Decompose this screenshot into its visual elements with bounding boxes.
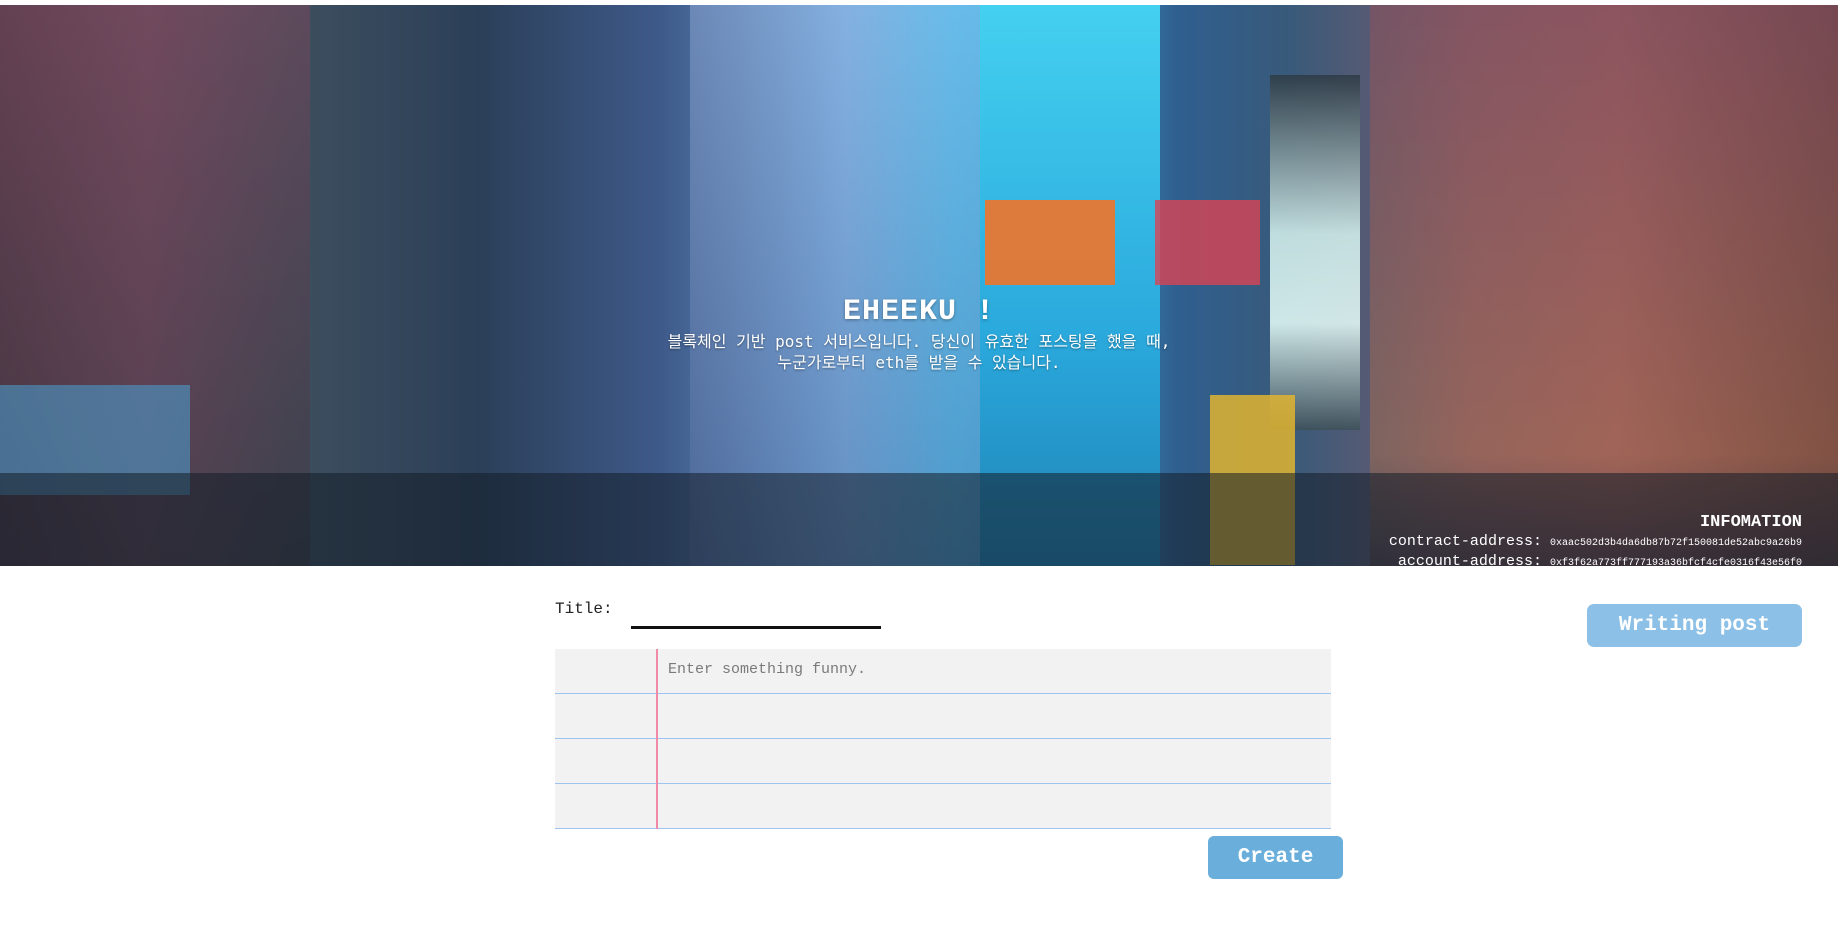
post-body-paper bbox=[555, 649, 1331, 829]
writing-post-button[interactable]: Writing post bbox=[1587, 604, 1802, 647]
account-address-row: account-address: 0xf3f62a773ff777193a36bf… bbox=[1389, 553, 1802, 566]
site-subtitle-line: 블록체인 기반 post 서비스입니다. 당신이 유효한 포스팅을 했을 때, bbox=[667, 332, 1171, 351]
site-title: EHEEKU ! bbox=[842, 295, 996, 329]
account-address-value: 0xf3f62a773ff777193a36bfcf4cfe0316f43e56… bbox=[1549, 558, 1802, 566]
title-input[interactable] bbox=[631, 600, 881, 629]
contract-address-row: contract-address: 0xaac502d3b4da6db87b72f… bbox=[1389, 533, 1802, 553]
account-address-label: account-address: bbox=[1397, 553, 1542, 566]
site-subtitle: 블록체인 기반 post 서비스입니다. 당신이 유효한 포스팅을 했을 때, … bbox=[609, 331, 1229, 373]
post-body-textarea[interactable] bbox=[666, 657, 1320, 826]
info-panel: INFOMATION contract-address: 0xaac502d3b4… bbox=[1389, 513, 1802, 566]
hero-background-sign bbox=[1155, 200, 1260, 285]
hero-background-sign-tower bbox=[1270, 75, 1360, 430]
info-bar: INFOMATION contract-address: 0xaac502d3b4… bbox=[0, 473, 1838, 566]
hero-text: EHEEKU ! 블록체인 기반 post 서비스입니다. 당신이 유효한 포스… bbox=[0, 295, 1838, 373]
hero-banner: EHEEKU ! 블록체인 기반 post 서비스입니다. 당신이 유효한 포스… bbox=[0, 5, 1838, 566]
create-button[interactable]: Create bbox=[1208, 836, 1343, 879]
paper-margin-line bbox=[656, 649, 658, 829]
title-label: Title: bbox=[555, 600, 613, 618]
contract-address-value: 0xaac502d3b4da6db87b72f150081de52abc9a26… bbox=[1549, 538, 1802, 549]
info-heading: INFOMATION bbox=[1699, 513, 1802, 532]
hero-background-sign bbox=[985, 200, 1115, 285]
contract-address-label: contract-address: bbox=[1388, 533, 1542, 550]
site-subtitle-line: 누군가로부터 eth를 받을 수 있습니다. bbox=[777, 353, 1061, 372]
